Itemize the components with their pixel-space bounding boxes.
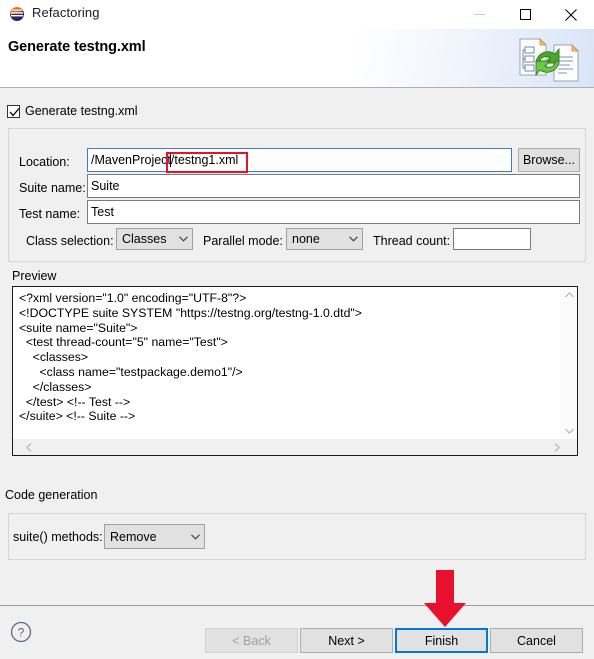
chevron-down-icon <box>345 236 362 242</box>
cancel-button[interactable]: Cancel <box>490 628 583 653</box>
location-input[interactable]: /MavenProject/testng1.xml <box>87 148 512 172</box>
scroll-down-icon[interactable] <box>561 423 577 439</box>
dialog-header: Generate testng.xml <box>0 29 594 87</box>
refactoring-dialog: Refactoring Generate testng.xml Generate… <box>0 0 594 659</box>
suite-name-input[interactable]: Suite <box>87 174 580 198</box>
preview-label: Preview <box>12 269 57 283</box>
window-title: Refactoring <box>32 5 100 20</box>
parallel-mode-label: Parallel mode: <box>203 234 283 248</box>
next-button[interactable]: Next > <box>300 628 393 653</box>
preview-horizontal-scrollbar[interactable] <box>13 439 577 455</box>
preview-vertical-scrollbar[interactable] <box>560 287 577 439</box>
dialog-body: Generate testng.xml Location: /MavenProj… <box>0 88 594 613</box>
generate-testng-checkbox[interactable] <box>7 104 20 118</box>
test-name-input[interactable]: Test <box>87 200 580 224</box>
minimize-button[interactable] <box>456 0 502 29</box>
generate-testng-checkbox-label: Generate testng.xml <box>25 104 138 118</box>
code-generation-group: suite() methods: Remove <box>8 513 586 560</box>
preview-panel: <?xml version="1.0" encoding="UTF-8"?> <… <box>12 286 578 456</box>
thread-count-input[interactable] <box>453 228 531 250</box>
minimize-icon <box>473 14 485 15</box>
class-selection-dropdown[interactable]: Classes <box>116 228 193 250</box>
check-icon <box>9 107 20 116</box>
parallel-mode-value: none <box>292 232 320 246</box>
parallel-mode-dropdown[interactable]: none <box>286 228 363 250</box>
chevron-down-icon <box>175 236 192 242</box>
code-generation-label: Code generation <box>5 488 98 502</box>
dialog-footer: ? < Back Next > Finish Cancel <box>0 606 594 659</box>
page-title: Generate testng.xml <box>8 39 146 55</box>
scrollbar-corner <box>561 439 577 455</box>
testng-settings-group: Location: /MavenProject/testng1.xml Brow… <box>8 128 586 262</box>
back-button[interactable]: < Back <box>205 628 298 653</box>
location-label: Location: <box>19 155 70 169</box>
class-selection-value: Classes <box>122 232 167 246</box>
test-name-label: Test name: <box>19 207 81 221</box>
generate-testng-checkbox-row[interactable]: Generate testng.xml <box>7 104 138 118</box>
class-selection-label: Class selection: <box>26 234 114 248</box>
maximize-button[interactable] <box>502 0 548 29</box>
scroll-up-icon[interactable] <box>561 287 577 303</box>
browse-button[interactable]: Browse... <box>518 148 580 172</box>
location-value-prefix: /MavenProject <box>91 153 171 167</box>
eclipse-icon <box>9 6 25 22</box>
maximize-icon <box>519 9 531 20</box>
annotation-arrow-icon <box>423 570 467 628</box>
suite-methods-value: Remove <box>110 529 157 544</box>
help-icon[interactable]: ? <box>10 621 32 643</box>
title-bar: Refactoring <box>0 0 594 29</box>
suite-methods-dropdown[interactable]: Remove <box>104 524 205 549</box>
preview-text[interactable]: <?xml version="1.0" encoding="UTF-8"?> <… <box>13 287 549 439</box>
finish-button[interactable]: Finish <box>395 628 488 653</box>
scroll-left-icon[interactable] <box>21 439 37 455</box>
chevron-down-icon <box>187 533 204 540</box>
suite-methods-label: suite() methods: <box>13 530 103 544</box>
close-button[interactable] <box>548 0 594 29</box>
refactoring-documents-icon <box>510 31 586 85</box>
close-icon <box>565 8 577 21</box>
svg-text:?: ? <box>18 626 25 640</box>
suite-name-label: Suite name: <box>19 181 86 195</box>
location-value-suffix: /testng1.xml <box>170 153 239 167</box>
thread-count-label: Thread count: <box>373 234 451 248</box>
